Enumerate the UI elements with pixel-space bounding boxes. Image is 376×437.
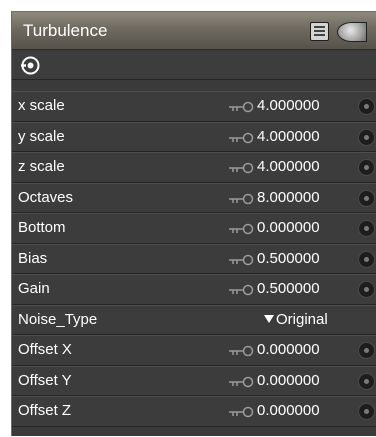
node-output-row: [12, 51, 376, 80]
param-label: Noise_Type: [18, 310, 98, 328]
param-value[interactable]: 0.500000: [257, 250, 320, 267]
input-plug-icon[interactable]: [358, 403, 375, 420]
parameter-list: x scale 4.000000 y scale 4.000000 z scal…: [12, 91, 376, 427]
input-plug-icon[interactable]: [358, 220, 375, 237]
param-value[interactable]: 0.000000: [257, 402, 320, 419]
input-plug-icon[interactable]: [358, 159, 375, 176]
triangle-down-icon: [264, 314, 274, 323]
key-icon[interactable]: [229, 193, 255, 205]
param-label: Offset X: [18, 341, 72, 358]
turbulence-node-panel: Turbulence x scale 4.000000 y scale 4.00…: [11, 11, 376, 436]
param-row[interactable]: Bottom 0.000000: [12, 213, 376, 244]
node-connect-icon[interactable]: [21, 56, 40, 75]
param-value[interactable]: 4.000000: [257, 97, 320, 114]
input-plug-icon[interactable]: [358, 189, 375, 207]
param-label: y scale: [18, 127, 65, 145]
input-plug-icon[interactable]: [358, 98, 375, 115]
key-icon[interactable]: [229, 254, 255, 266]
param-row[interactable]: x scale 4.000000: [12, 91, 376, 122]
input-plug-icon[interactable]: [358, 250, 375, 268]
key-icon[interactable]: [229, 376, 255, 388]
param-row[interactable]: Offset Z 0.000000: [12, 396, 376, 427]
key-icon[interactable]: [229, 101, 255, 113]
param-row[interactable]: Octaves 8.000000: [12, 182, 376, 213]
param-value[interactable]: 4.000000: [257, 128, 320, 145]
document-icon[interactable]: [310, 22, 329, 41]
param-row[interactable]: y scale 4.000000: [12, 121, 376, 152]
param-label: Gain: [18, 280, 50, 297]
input-plug-icon[interactable]: [358, 128, 375, 146]
noise-type-dropdown[interactable]: Original: [264, 311, 328, 328]
key-icon[interactable]: [229, 132, 255, 144]
param-row[interactable]: Noise_Type Original: [12, 304, 376, 335]
key-icon[interactable]: [229, 284, 255, 296]
input-plug-icon[interactable]: [358, 281, 375, 298]
dropdown-value: Original: [276, 310, 328, 328]
param-label: Offset Z: [18, 402, 72, 419]
key-icon[interactable]: [229, 406, 255, 418]
input-plug-icon[interactable]: [358, 342, 375, 359]
param-label: z scale: [18, 158, 65, 175]
param-row[interactable]: Bias 0.500000: [12, 243, 376, 274]
param-row[interactable]: Offset X 0.000000: [12, 335, 376, 366]
param-row[interactable]: Offset Y 0.000000: [12, 365, 376, 396]
key-icon[interactable]: [229, 162, 255, 174]
param-label: Bias: [18, 249, 48, 267]
panel-header[interactable]: Turbulence: [12, 12, 376, 50]
panel-title: Turbulence: [23, 21, 108, 40]
param-label: Octaves: [18, 188, 74, 206]
param-label: Offset Y: [18, 371, 72, 389]
render-preview-icon[interactable]: [337, 22, 367, 42]
param-label: Bottom: [18, 219, 66, 236]
param-value[interactable]: 0.000000: [257, 372, 320, 389]
param-row[interactable]: Gain 0.500000: [12, 274, 376, 305]
param-value[interactable]: 0.000000: [257, 341, 320, 358]
param-label: x scale: [18, 97, 65, 114]
key-icon[interactable]: [229, 223, 255, 235]
param-value[interactable]: 0.000000: [257, 219, 320, 236]
key-icon[interactable]: [229, 345, 255, 357]
param-value[interactable]: 0.500000: [257, 280, 320, 297]
param-value[interactable]: 8.000000: [257, 189, 320, 206]
input-plug-icon[interactable]: [358, 372, 375, 390]
param-row[interactable]: z scale 4.000000: [12, 152, 376, 183]
param-value[interactable]: 4.000000: [257, 158, 320, 175]
